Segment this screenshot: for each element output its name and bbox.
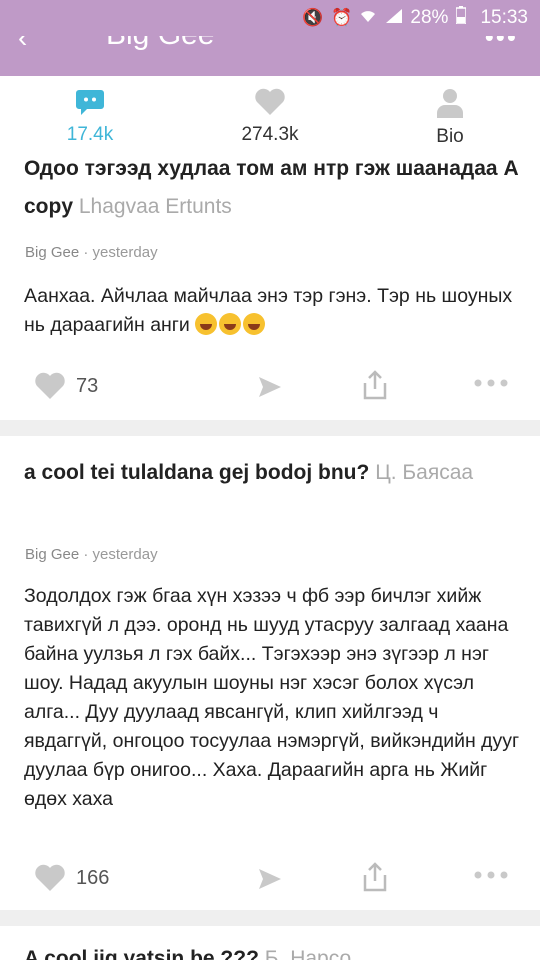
upload-button[interactable]	[362, 862, 388, 897]
bio-label: Bio	[436, 126, 464, 147]
question-asker[interactable]: Lhagvaa Ertunts	[79, 195, 232, 218]
chat-icon	[76, 90, 104, 115]
stat-likes[interactable]: 274.3k	[210, 88, 330, 146]
answer-author[interactable]: Big Gee	[25, 244, 79, 261]
laughing-emoji-icon	[219, 313, 242, 335]
person-icon	[437, 89, 463, 118]
status-bar: 🔇 ⏰ 28% 15:33	[0, 0, 540, 36]
answer-author[interactable]: Big Gee	[25, 546, 79, 563]
stat-answers[interactable]: 17.4k	[30, 88, 150, 146]
answer-text: Аанхаа. Айчлаа майчлаа энэ тэр гэнэ. Тэр…	[24, 282, 524, 340]
answer-actions: 73	[0, 368, 540, 408]
upload-button[interactable]	[362, 370, 388, 405]
like-button[interactable]: 73	[34, 372, 98, 400]
answer-card: a cool tei tulaldana gej bodoj bnu? Ц. Б…	[0, 436, 540, 910]
likes-count: 274.3k	[241, 124, 299, 145]
like-count: 166	[76, 866, 110, 889]
heart-icon	[35, 372, 65, 399]
battery-icon	[455, 6, 468, 30]
back-arrow-icon[interactable]: ‹	[18, 36, 27, 54]
like-button[interactable]: 166	[34, 864, 109, 892]
wifi-icon	[360, 8, 376, 28]
alarm-icon: ⏰	[331, 8, 353, 27]
question-text[interactable]: A cool iig yatsin be ??? Б. Нарсо	[24, 940, 524, 960]
answer-time: · yesterday	[83, 546, 158, 563]
answer-card: Одоо тэгээд худлаа том ам нтр гэж шаанад…	[0, 150, 540, 420]
laughing-emoji-icon	[243, 313, 266, 335]
signal-icon	[384, 8, 403, 28]
upload-icon	[363, 370, 387, 400]
heart-icon	[255, 88, 285, 115]
clock: 15:33	[480, 7, 528, 28]
answer-body: Аанхаа. Айчлаа майчлаа энэ тэр гэнэ. Тэр…	[24, 285, 513, 336]
question-body: A cool iig yatsin be ???	[24, 947, 259, 960]
answer-time: · yesterday	[83, 244, 158, 261]
share-button[interactable]	[258, 868, 282, 895]
answer-meta: Big Gee · yesterday	[25, 546, 158, 563]
answers-count: 17.4k	[66, 124, 114, 145]
question-body: a cool tei tulaldana gej bodoj bnu?	[24, 461, 370, 484]
question-text[interactable]: Одоо тэгээд худлаа том ам нтр гэж шаанад…	[24, 150, 524, 226]
mute-icon: 🔇	[302, 8, 324, 27]
app-bar: ‹ Big Gee •••	[0, 36, 540, 76]
more-options-icon[interactable]: •••	[485, 36, 518, 53]
more-button[interactable]	[474, 866, 508, 884]
answer-actions: 166	[0, 860, 540, 900]
heart-icon	[35, 864, 65, 891]
like-count: 73	[76, 374, 99, 397]
card-divider	[0, 910, 540, 926]
upload-icon	[363, 862, 387, 892]
answer-card: A cool iig yatsin be ??? Б. Нарсо	[0, 926, 540, 960]
send-icon	[259, 869, 281, 889]
more-button[interactable]	[474, 374, 508, 392]
stat-bio[interactable]: Bio	[390, 88, 510, 148]
answer-text: Зодолдох гэж бгаа хүн хэзээ ч фб ээр бич…	[24, 585, 520, 810]
question-asker[interactable]: Б. Нарсо	[265, 947, 351, 960]
more-dots-icon	[474, 379, 508, 387]
card-divider	[0, 420, 540, 436]
profile-title: Big Gee	[106, 36, 214, 52]
share-button[interactable]	[258, 376, 282, 403]
profile-stats: 17.4k 274.3k Bio	[0, 76, 540, 160]
laughing-emoji-icon	[195, 313, 218, 335]
question-text[interactable]: a cool tei tulaldana gej bodoj bnu? Ц. Б…	[24, 454, 524, 492]
battery-percent: 28%	[410, 7, 449, 28]
send-icon	[259, 377, 281, 397]
answer-meta: Big Gee · yesterday	[25, 244, 158, 261]
more-dots-icon	[474, 871, 508, 879]
question-asker[interactable]: Ц. Баясаа	[375, 461, 473, 484]
